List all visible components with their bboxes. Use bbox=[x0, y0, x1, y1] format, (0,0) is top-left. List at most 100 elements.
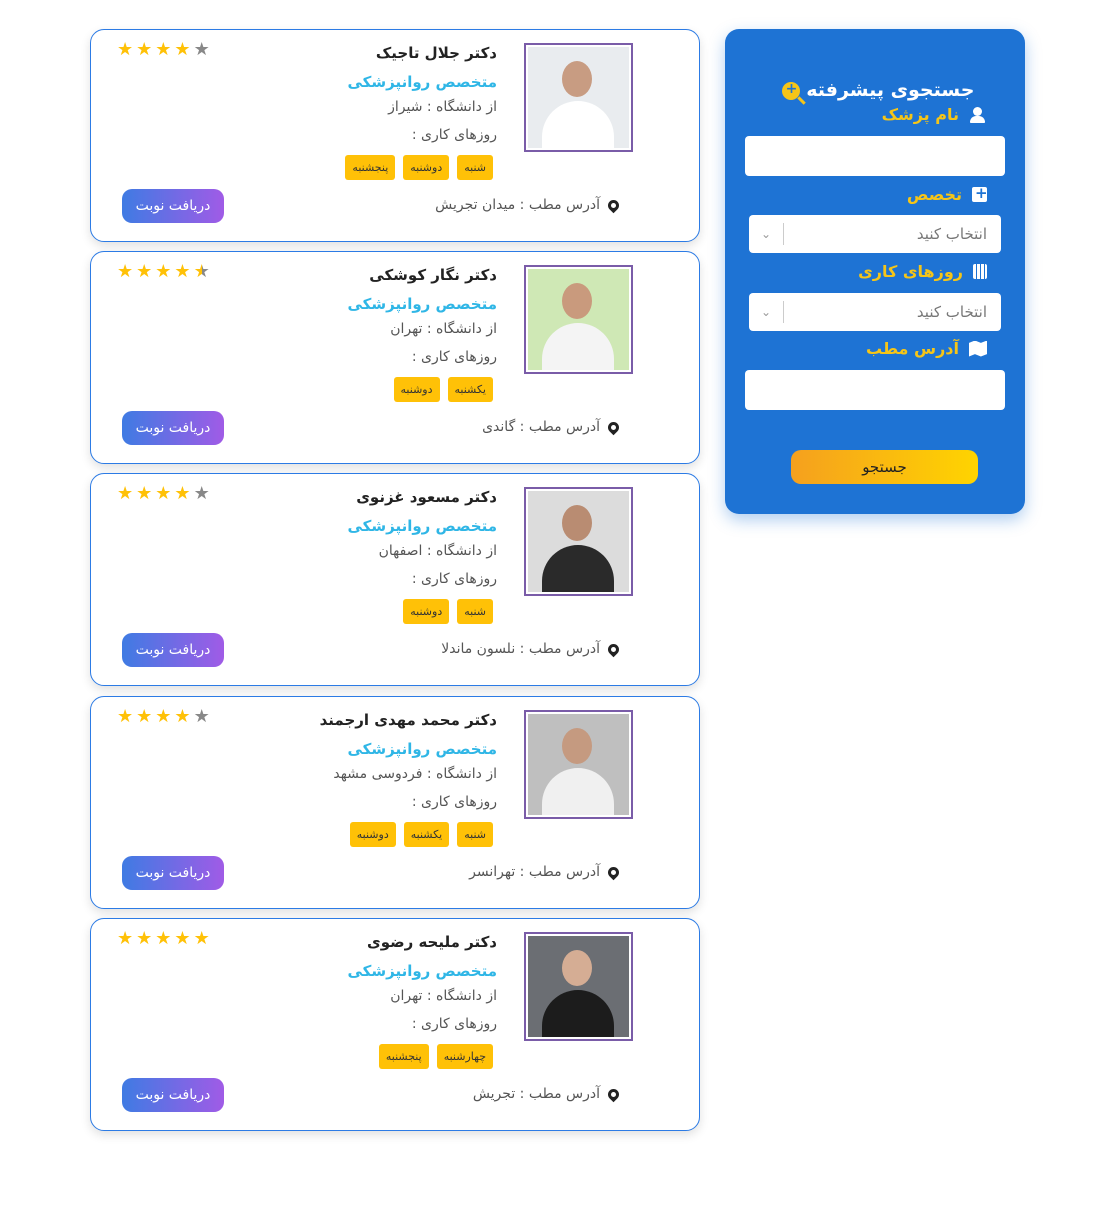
calendar-icon bbox=[973, 264, 987, 279]
doctor-card: دکتر محمد مهدی ارجمند متخصص روانپزشکی از… bbox=[90, 696, 700, 909]
rating-stars: ★ ★ ★ ★ ★ bbox=[117, 483, 210, 504]
search-panel-title-text: جستجوی پیشرفته bbox=[806, 79, 975, 101]
doctor-name[interactable]: دکتر مسعود غزنوی bbox=[356, 488, 497, 506]
office-address-label: آدرس مطب bbox=[866, 339, 987, 358]
star-icon: ★ bbox=[155, 261, 172, 282]
office-address-text: آدرس مطب : نلسون ماندلا bbox=[441, 641, 600, 657]
doctor-name[interactable]: دکتر محمد مهدی ارجمند bbox=[320, 711, 497, 729]
doctor-name[interactable]: دکتر ملیحه رضوی bbox=[367, 933, 497, 951]
location-pin-icon bbox=[605, 197, 622, 213]
zoom-in-icon bbox=[781, 81, 800, 100]
book-appointment-button[interactable]: دریافت نوبت bbox=[122, 633, 224, 667]
star-icon: ★ bbox=[174, 483, 191, 504]
star-icon: ★ bbox=[136, 706, 153, 727]
office-address-text: آدرس مطب : گاندی bbox=[482, 419, 600, 435]
book-appointment-button[interactable]: دریافت نوبت bbox=[122, 411, 224, 445]
doctor-specialty: متخصص روانپزشکی bbox=[347, 962, 497, 980]
star-icon: ★ bbox=[193, 706, 210, 727]
star-icon: ★ bbox=[174, 706, 191, 727]
doctor-specialty: متخصص روانپزشکی bbox=[347, 295, 497, 313]
doctor-name[interactable]: دکتر جلال تاجیک bbox=[376, 44, 497, 62]
doctor-name-label-text: نام پزشک bbox=[881, 105, 959, 124]
doctor-card: دکتر مسعود غزنوی متخصص روانپزشکی از دانش… bbox=[90, 473, 700, 686]
rating-stars: ★ ★ ★ ★ ★ bbox=[117, 706, 210, 727]
workday-chip: شنبه bbox=[457, 822, 493, 847]
star-icon: ★ bbox=[174, 261, 191, 282]
star-icon: ★ bbox=[174, 39, 191, 60]
medical-plus-icon bbox=[972, 184, 988, 202]
location-pin-icon bbox=[605, 419, 622, 435]
doctor-photo bbox=[524, 932, 633, 1041]
workday-chip: چهارشنبه bbox=[436, 1044, 493, 1069]
workday-chips: چهارشنبه پنجشنبه bbox=[378, 1044, 493, 1069]
workday-chip: شنبه bbox=[457, 599, 493, 624]
specialty-label: تخصص bbox=[906, 184, 988, 204]
doctor-university: از دانشگاه : اصفهان bbox=[378, 543, 497, 559]
workdays-caption: روزهای کاری : bbox=[411, 349, 497, 365]
star-icon: ★ bbox=[174, 928, 191, 949]
star-icon: ★ bbox=[117, 39, 134, 60]
rating-stars: ★ ★ ★ ★ ★ bbox=[117, 928, 210, 949]
location-pin-icon bbox=[605, 641, 622, 657]
star-icon: ★ bbox=[117, 706, 134, 727]
star-icon: ★ bbox=[193, 928, 210, 949]
doctor-photo bbox=[524, 710, 633, 819]
workday-chip: دوشنبه bbox=[393, 377, 440, 402]
star-icon: ★ bbox=[136, 39, 153, 60]
star-icon: ★ bbox=[117, 261, 134, 282]
workdays-label-text: روزهای کاری bbox=[858, 262, 963, 281]
doctor-card: دکتر جلال تاجیک متخصص روانپزشکی از دانشگ… bbox=[90, 29, 700, 242]
book-appointment-button[interactable]: دریافت نوبت bbox=[122, 856, 224, 890]
workdays-label: روزهای کاری bbox=[858, 262, 987, 281]
rating-stars: ★ ★ ★ ★ ★ bbox=[117, 261, 210, 282]
chevron-down-icon[interactable]: ⌄ bbox=[749, 227, 783, 241]
select-separator bbox=[783, 223, 784, 245]
specialty-label-text: تخصص bbox=[906, 185, 962, 204]
workdays-caption: روزهای کاری : bbox=[411, 127, 497, 143]
doctor-specialty: متخصص روانپزشکی bbox=[347, 740, 497, 758]
workday-chip: پنجشنبه bbox=[378, 1044, 429, 1069]
doctor-card: دکتر ملیحه رضوی متخصص روانپزشکی از دانشگ… bbox=[90, 918, 700, 1131]
doctor-name[interactable]: دکتر نگار کوشکی bbox=[369, 266, 497, 284]
workdays-caption: روزهای کاری : bbox=[411, 571, 497, 587]
workday-chips: شنبه دوشنبه پنجشنبه bbox=[345, 155, 493, 180]
workday-chip: دوشنبه bbox=[349, 822, 396, 847]
workdays-select[interactable]: انتخاب کنید ⌄ bbox=[749, 293, 1001, 331]
workday-chip: پنجشنبه bbox=[345, 155, 396, 180]
search-panel-title: جستجوی پیشرفته bbox=[725, 79, 1025, 101]
star-icon: ★ bbox=[136, 483, 153, 504]
search-button[interactable]: جستجو bbox=[791, 450, 978, 484]
doctor-specialty: متخصص روانپزشکی bbox=[347, 517, 497, 535]
chevron-down-icon[interactable]: ⌄ bbox=[749, 305, 783, 319]
workday-chips: شنبه یکشنبه دوشنبه bbox=[349, 822, 493, 847]
rating-stars: ★ ★ ★ ★ ★ bbox=[117, 39, 210, 60]
office-address-label-text: آدرس مطب bbox=[866, 339, 959, 358]
doctor-university: از دانشگاه : شیراز bbox=[388, 99, 497, 115]
office-address: آدرس مطب : گاندی bbox=[482, 419, 622, 435]
office-address-text: آدرس مطب : میدان تجریش bbox=[435, 197, 600, 213]
office-address-input[interactable] bbox=[745, 370, 1005, 410]
star-icon: ★ bbox=[155, 39, 172, 60]
doctor-name-label: نام پزشک bbox=[882, 105, 987, 124]
book-appointment-button[interactable]: دریافت نوبت bbox=[122, 1078, 224, 1112]
location-pin-icon bbox=[605, 864, 622, 880]
doctor-name-input[interactable] bbox=[745, 136, 1005, 176]
star-icon: ★ bbox=[136, 928, 153, 949]
office-address: آدرس مطب : نلسون ماندلا bbox=[441, 641, 622, 657]
workday-chip: دوشنبه bbox=[403, 155, 450, 180]
location-pin-icon bbox=[605, 1086, 622, 1102]
doctor-specialty: متخصص روانپزشکی bbox=[347, 73, 497, 91]
office-address: آدرس مطب : تجریش bbox=[473, 1086, 622, 1102]
workday-chip: یکشنبه bbox=[447, 377, 493, 402]
advanced-search-panel: جستجوی پیشرفته نام پزشک تخصص انتخاب کنید… bbox=[725, 29, 1025, 514]
workday-chips: یکشنبه دوشنبه bbox=[393, 377, 493, 402]
star-icon: ★ bbox=[155, 928, 172, 949]
star-icon: ★ bbox=[193, 39, 210, 60]
select-separator bbox=[783, 301, 784, 323]
book-appointment-button[interactable]: دریافت نوبت bbox=[122, 189, 224, 223]
workdays-caption: روزهای کاری : bbox=[411, 1016, 497, 1032]
specialty-select[interactable]: انتخاب کنید ⌄ bbox=[749, 215, 1001, 253]
specialty-select-value: انتخاب کنید bbox=[916, 225, 987, 243]
workday-chip: دوشنبه bbox=[403, 599, 450, 624]
star-icon: ★ bbox=[155, 483, 172, 504]
